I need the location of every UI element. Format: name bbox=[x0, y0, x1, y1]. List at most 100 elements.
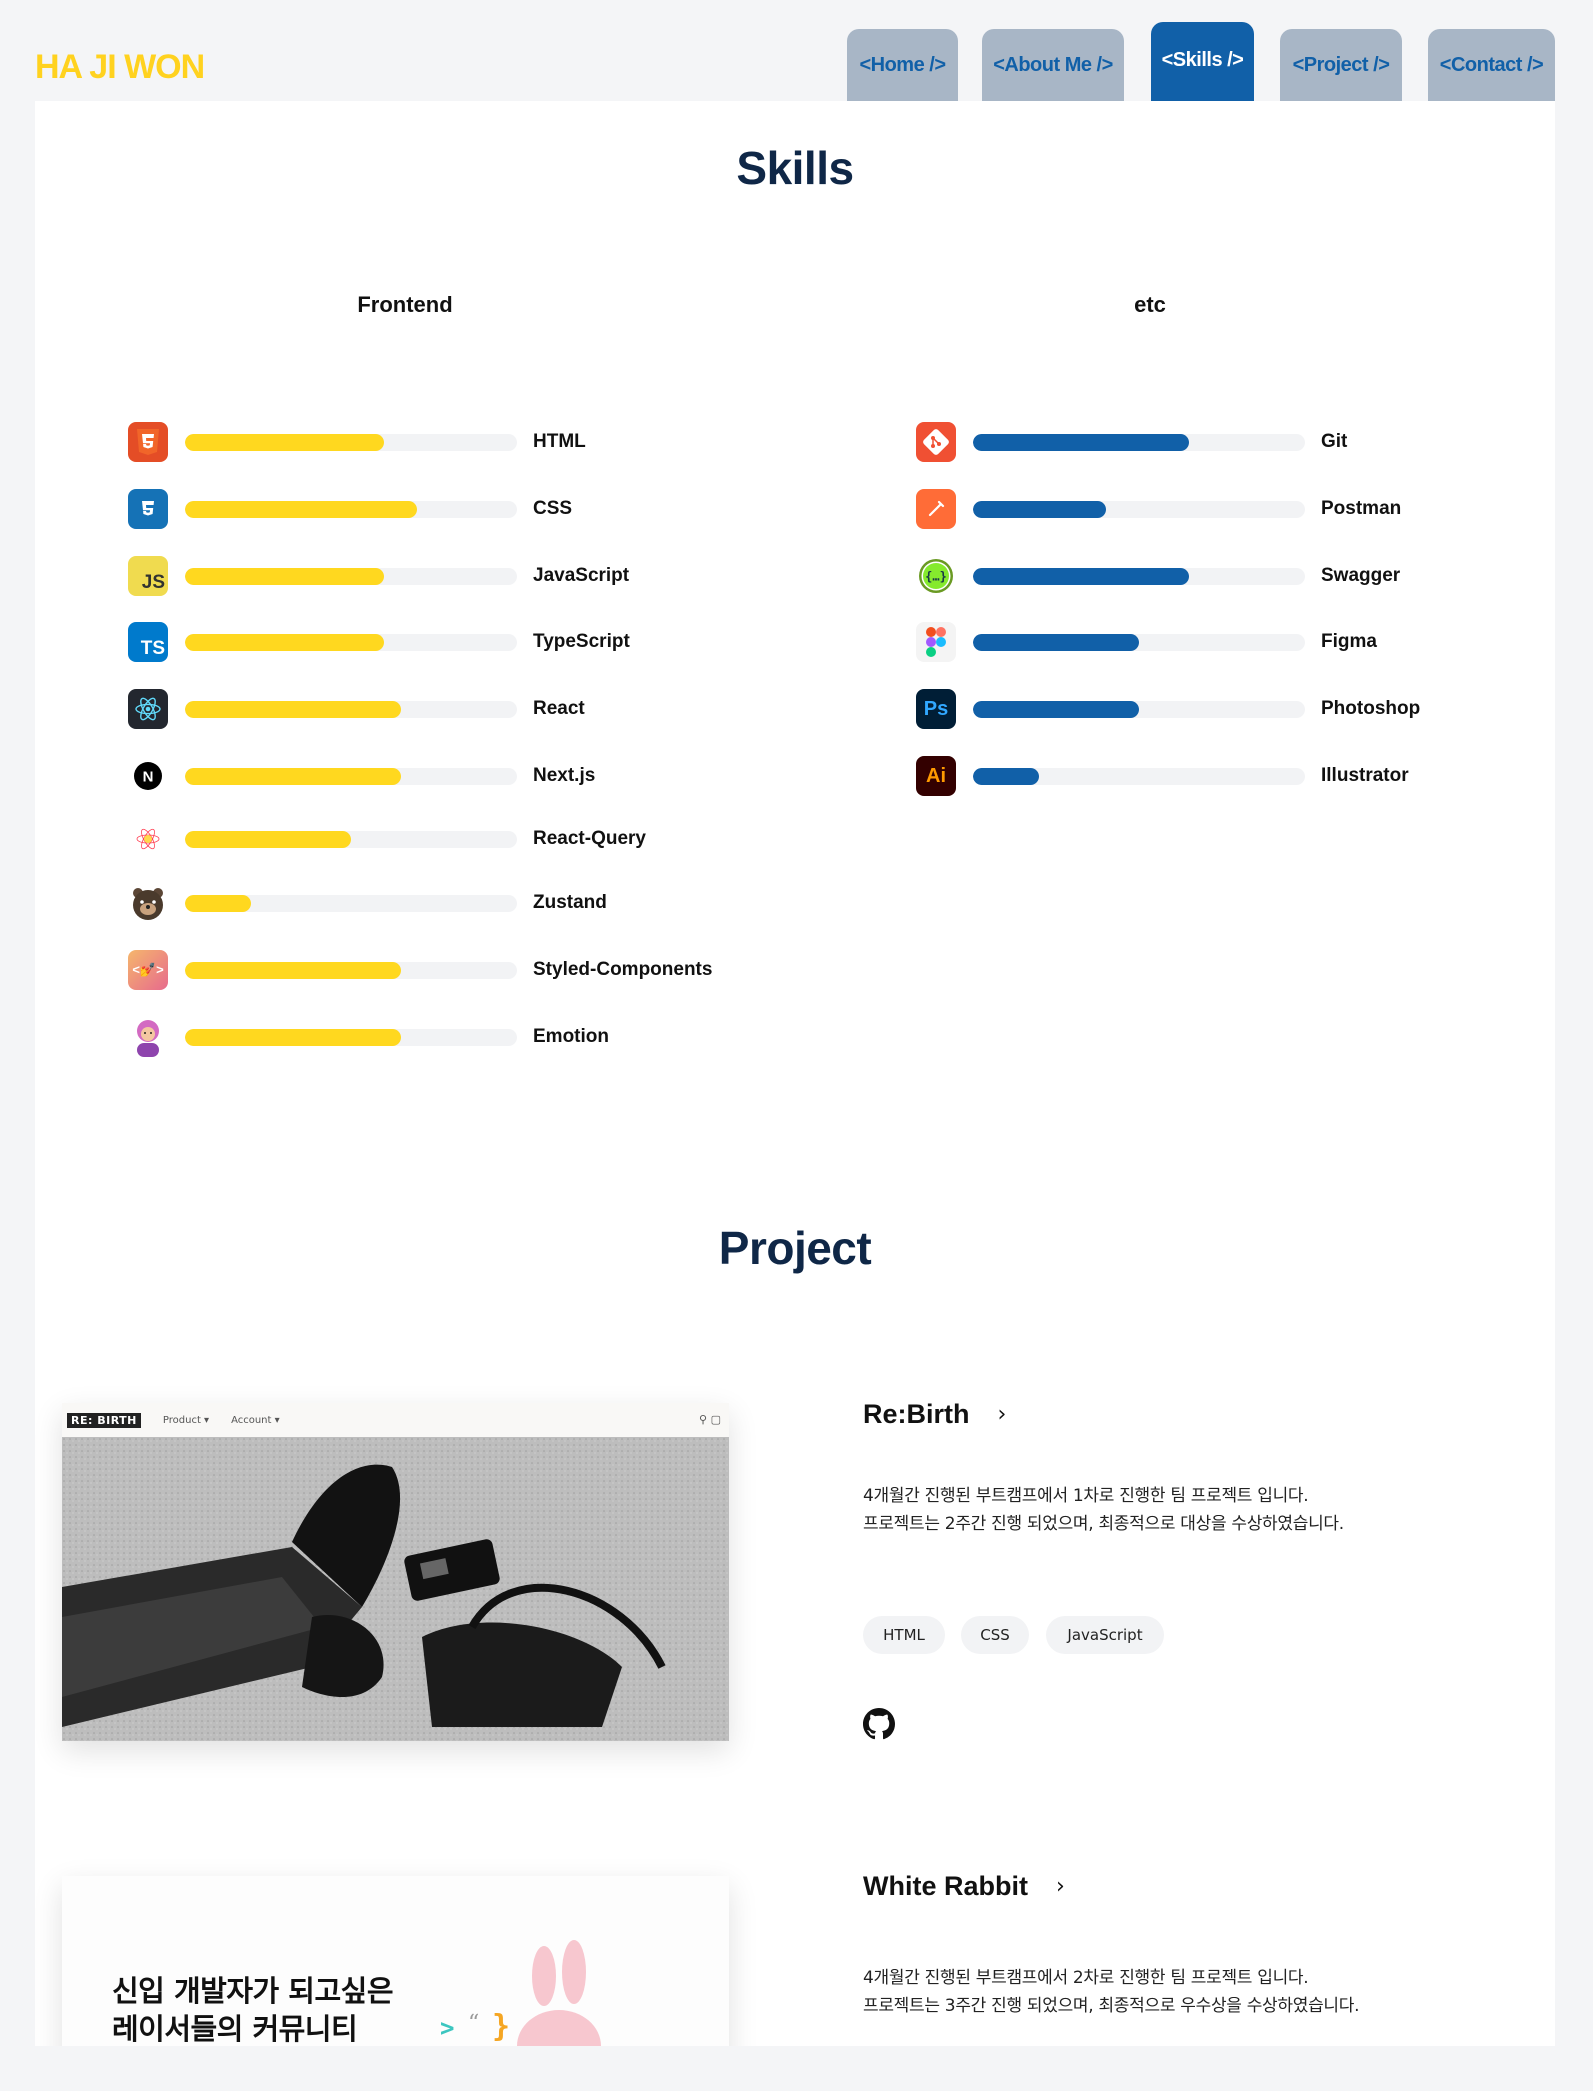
skill-row-illustrator: Ai Illustrator bbox=[916, 754, 1409, 798]
skill-bar-fill bbox=[185, 961, 401, 979]
skill-row-swagger: {…} Swagger bbox=[916, 554, 1400, 598]
css3-icon bbox=[128, 489, 168, 529]
javascript-icon: JS bbox=[128, 556, 168, 596]
emotion-icon bbox=[128, 1017, 168, 1057]
description-line: 프로젝트는 3주간 진행 되었으며, 최종적으로 우수상을 수상하였습니다. bbox=[863, 1996, 1360, 2016]
skill-bar-fill bbox=[973, 500, 1106, 518]
tab-project[interactable]: <Project /> bbox=[1280, 29, 1402, 101]
skill-bar bbox=[185, 500, 517, 518]
rabbit-illustration-icon: > “ } bbox=[440, 1940, 601, 2046]
skill-row-figma: Figma bbox=[916, 620, 1377, 664]
preview-headline-line: 레이서들의 커뮤니티 bbox=[112, 2012, 358, 2046]
skill-bar bbox=[185, 830, 517, 848]
preview-topbar: RE: BIRTH Product ▾ Account ▾ ⚲ ▢ bbox=[62, 1403, 729, 1437]
skill-name: React bbox=[533, 698, 585, 719]
project-title-rebirth[interactable]: Re:Birth › bbox=[863, 1399, 1006, 1430]
preview-menu-account: Account ▾ bbox=[231, 1414, 280, 1426]
skill-bar bbox=[185, 433, 517, 451]
skill-name: Swagger bbox=[1321, 565, 1401, 586]
skill-row-styled-components: <💅> Styled-Components bbox=[128, 948, 712, 992]
skill-bar bbox=[973, 767, 1305, 785]
tab-contact[interactable]: <Contact /> bbox=[1428, 29, 1555, 101]
skill-bar-fill bbox=[973, 567, 1189, 585]
skill-row-html: HTML bbox=[128, 420, 586, 464]
skill-bar bbox=[973, 433, 1305, 451]
skill-name: CSS bbox=[533, 498, 573, 519]
react-query-icon bbox=[128, 819, 168, 859]
skill-bar bbox=[185, 961, 517, 979]
skill-name: Postman bbox=[1321, 498, 1402, 519]
project-description-rebirth: 4개월간 진행된 부트캠프에서 1차로 진행한 팀 프로젝트 입니다. 프로젝트… bbox=[863, 1482, 1344, 1538]
skill-bar bbox=[185, 567, 517, 585]
skill-row-git: Git bbox=[916, 420, 1347, 464]
skill-bar-fill bbox=[973, 433, 1189, 451]
svg-text:{…}: {…} bbox=[925, 570, 947, 584]
zustand-bear-icon bbox=[128, 883, 168, 923]
skill-row-javascript: JS JavaScript bbox=[128, 554, 629, 598]
figma-icon bbox=[916, 622, 956, 662]
skill-bar bbox=[973, 500, 1305, 518]
skill-bar-fill bbox=[973, 700, 1139, 718]
preview-headline: 신입 개발자가 되고싶은 레이서들의 커뮤니티 bbox=[112, 1972, 394, 2046]
tab-home[interactable]: <Home /> bbox=[847, 29, 958, 101]
boots-photo-illustration bbox=[62, 1437, 729, 1741]
skill-name: Emotion bbox=[533, 1026, 609, 1047]
project-title-text: White Rabbit bbox=[863, 1871, 1028, 1901]
postman-icon bbox=[916, 489, 956, 529]
preview-cart-icon: ⚲ ▢ bbox=[699, 1413, 721, 1426]
skill-row-react-query: React-Query bbox=[128, 817, 646, 861]
html5-icon bbox=[128, 422, 168, 462]
skill-name: TypeScript bbox=[533, 631, 630, 652]
chevron-right-icon[interactable]: › bbox=[998, 1402, 1007, 1427]
project-section-title: Project bbox=[718, 1222, 872, 1274]
skill-row-nextjs: N Next.js bbox=[128, 754, 595, 798]
skill-row-zustand: Zustand bbox=[128, 881, 607, 925]
skill-bar-fill bbox=[185, 633, 385, 651]
tab-skills[interactable]: <Skills /> bbox=[1151, 22, 1254, 101]
description-line: 4개월간 진행된 부트캠프에서 1차로 진행한 팀 프로젝트 입니다. bbox=[863, 1486, 1309, 1506]
skill-bar bbox=[973, 700, 1305, 718]
skill-bar-fill bbox=[185, 767, 401, 785]
preview-brand: RE: BIRTH bbox=[67, 1412, 141, 1428]
svg-text:>: > bbox=[440, 2014, 454, 2042]
project-title-white-rabbit[interactable]: White Rabbit › bbox=[863, 1871, 1065, 1902]
chevron-right-icon[interactable]: › bbox=[1056, 1874, 1065, 1899]
skill-row-typescript: TS TypeScript bbox=[128, 620, 630, 664]
etc-column-title: etc bbox=[1134, 292, 1166, 317]
preview-menu-product: Product ▾ bbox=[162, 1414, 210, 1426]
skill-bar-fill bbox=[185, 894, 252, 912]
skill-bar bbox=[973, 567, 1305, 585]
svg-text:}: } bbox=[492, 2009, 510, 2044]
skill-bar-fill bbox=[185, 830, 351, 848]
tech-tag: JavaScript bbox=[1046, 1616, 1164, 1654]
project-preview-white-rabbit[interactable]: 신입 개발자가 되고싶은 레이서들의 커뮤니티 > “ } bbox=[62, 1876, 729, 2046]
react-icon bbox=[128, 689, 168, 729]
project-description-white-rabbit: 4개월간 진행된 부트캠프에서 2차로 진행한 팀 프로젝트 입니다. 프로젝트… bbox=[863, 1964, 1360, 2020]
skill-bar-fill bbox=[973, 767, 1040, 785]
skill-bar-fill bbox=[973, 633, 1139, 651]
tab-about-me[interactable]: <About Me /> bbox=[982, 29, 1124, 101]
preview-photo bbox=[62, 1437, 729, 1741]
top-nav: <Home /> <About Me /> <Skills /> <Projec… bbox=[0, 0, 1593, 101]
description-line: 4개월간 진행된 부트캠프에서 2차로 진행한 팀 프로젝트 입니다. bbox=[863, 1968, 1309, 1988]
styled-components-icon: <💅> bbox=[128, 950, 168, 990]
project-preview-rebirth[interactable]: RE: BIRTH Product ▾ Account ▾ ⚲ ▢ bbox=[62, 1403, 729, 1741]
preview-headline-line: 신입 개발자가 되고싶은 bbox=[112, 1974, 394, 2008]
skill-bar-fill bbox=[185, 433, 385, 451]
svg-text:N: N bbox=[143, 769, 154, 786]
skill-name: Git bbox=[1321, 431, 1348, 452]
skill-name: HTML bbox=[533, 431, 586, 452]
photoshop-icon: Ps bbox=[916, 689, 956, 729]
skill-bar bbox=[185, 894, 517, 912]
skill-row-react: React bbox=[128, 687, 585, 731]
skill-name: Zustand bbox=[533, 892, 607, 913]
github-icon[interactable] bbox=[863, 1708, 895, 1740]
typescript-icon: TS bbox=[128, 622, 168, 662]
skill-bar-fill bbox=[185, 700, 401, 718]
skill-name: Styled-Components bbox=[533, 959, 713, 980]
skill-name: JavaScript bbox=[533, 565, 630, 586]
main-content: Skills Frontend etc HTML CSS JS JavaScri… bbox=[35, 101, 1555, 2046]
swagger-icon: {…} bbox=[916, 556, 956, 596]
skill-name: Figma bbox=[1321, 631, 1377, 652]
skills-section-title: Skills bbox=[736, 142, 854, 194]
